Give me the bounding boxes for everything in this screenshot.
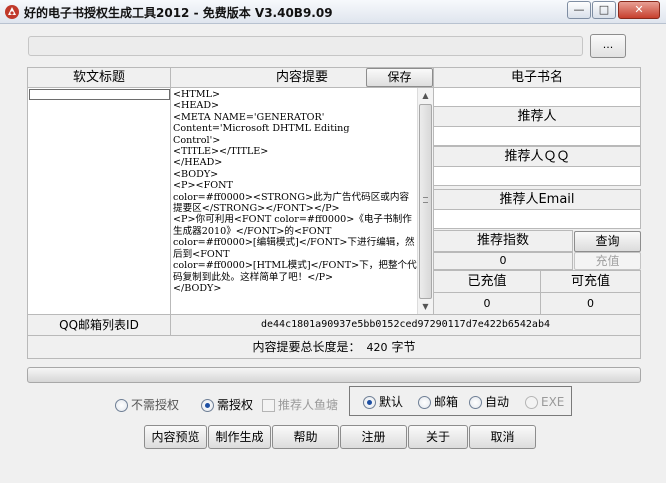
summary-length-row: 内容提要总长度是： 420 字节	[27, 335, 641, 359]
need-auth-label: 需授权	[217, 398, 254, 412]
app-logo-icon	[5, 5, 19, 19]
query-button[interactable]: 查询	[574, 231, 641, 252]
title-bar: 好的电子书授权生成工具2012 - 免费版本 V3.40B9.09 — □ ✕	[0, 0, 666, 24]
no-auth-label: 不需授权	[131, 398, 180, 412]
ebook-name-label: 电子书名	[433, 67, 641, 88]
summary-textarea[interactable]: <HTML> <HEAD> <META NAME='GENERATOR' Con…	[170, 87, 434, 315]
referrer-input[interactable]	[433, 126, 641, 146]
referrer-qq-label: 推荐人ＱＱ	[433, 146, 641, 167]
summary-text: <HTML> <HEAD> <META NAME='GENERATOR' Con…	[173, 89, 417, 294]
radio-off-icon	[525, 396, 538, 409]
id-value: de44c1801a90937e5bb0152ced97290117d7e422…	[170, 314, 641, 336]
exe-label: EXE	[541, 395, 565, 409]
default-label: 默认	[379, 395, 404, 409]
minimize-icon: —	[573, 3, 585, 16]
make-generate-button[interactable]: 制作生成	[208, 425, 271, 449]
cancel-button[interactable]: 取消	[469, 425, 536, 449]
qq-mailbox-list-id-label: QQ邮箱列表ID	[27, 314, 171, 336]
default-radio[interactable]: 默认	[363, 395, 403, 411]
auto-radio[interactable]: 自动	[469, 395, 509, 411]
radio-off-icon	[115, 399, 128, 412]
summary-length-value: 420	[366, 341, 388, 354]
register-button[interactable]: 注册	[340, 425, 407, 449]
checkbox-icon	[262, 399, 275, 412]
title-column-header: 软文标题	[27, 67, 171, 88]
title-list[interactable]	[27, 87, 171, 315]
progress-bar	[27, 367, 641, 383]
about-button[interactable]: 关于	[408, 425, 468, 449]
rechargeable-label: 可充值	[540, 270, 641, 293]
need-auth-radio[interactable]: 需授权	[201, 398, 253, 414]
summary-scrollbar[interactable]: ▲ ▼	[417, 88, 433, 314]
radio-on-icon	[201, 399, 214, 412]
title-list-edit-field[interactable]	[29, 89, 170, 100]
referrer-pond-checkbox: 推荐人鱼塘	[262, 398, 338, 414]
referrer-pond-label: 推荐人鱼塘	[278, 398, 339, 412]
summary-length-unit: 字节	[391, 340, 416, 354]
radio-off-icon	[418, 396, 431, 409]
help-button[interactable]: 帮助	[272, 425, 339, 449]
referrer-email-label: 推荐人Email	[433, 189, 641, 210]
referrer-label: 推荐人	[433, 106, 641, 127]
referrer-qq-input[interactable]	[433, 166, 641, 186]
referrer-email-input[interactable]	[433, 209, 641, 229]
no-auth-radio[interactable]: 不需授权	[115, 398, 179, 414]
recommend-index-value: 0	[433, 252, 573, 270]
content-preview-button[interactable]: 内容预览	[144, 425, 207, 449]
close-icon: ✕	[634, 3, 644, 16]
path-input[interactable]	[28, 36, 583, 56]
rechargeable-value: 0	[540, 292, 641, 315]
grip-icon	[423, 197, 428, 203]
charged-value: 0	[433, 292, 541, 315]
radio-off-icon	[469, 396, 482, 409]
mailbox-radio[interactable]: 邮箱	[418, 395, 458, 411]
mailbox-label: 邮箱	[434, 395, 459, 409]
recommend-index-label: 推荐指数	[433, 230, 573, 252]
window-title: 好的电子书授权生成工具2012 - 免费版本 V3.40B9.09	[24, 6, 333, 20]
save-button[interactable]: 保存	[366, 68, 433, 87]
summary-length-label: 内容提要总长度是：	[252, 340, 361, 354]
scroll-thumb[interactable]	[419, 104, 432, 299]
minimize-button[interactable]: —	[567, 1, 591, 19]
output-mode-group: 默认 邮箱 自动 EXE	[349, 386, 572, 416]
scroll-up-arrow-icon[interactable]: ▲	[418, 88, 433, 103]
maximize-button[interactable]: □	[592, 1, 616, 19]
browse-button[interactable]: ...	[590, 34, 626, 58]
radio-on-icon	[363, 396, 376, 409]
scroll-down-arrow-icon[interactable]: ▼	[418, 299, 433, 314]
recharge-button: 充值	[574, 252, 641, 270]
maximize-icon: □	[598, 3, 610, 16]
exe-radio: EXE	[525, 395, 564, 411]
ebook-name-input[interactable]	[433, 87, 641, 107]
close-button[interactable]: ✕	[618, 1, 660, 19]
charged-label: 已充值	[433, 270, 541, 293]
auto-label: 自动	[485, 395, 510, 409]
